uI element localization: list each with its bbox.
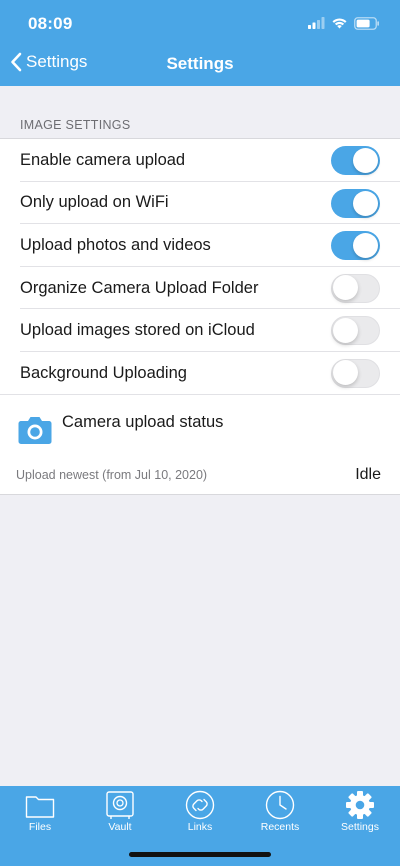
setting-row-background-uploading: Background Uploading xyxy=(0,352,400,395)
tab-files[interactable]: Files xyxy=(0,786,80,836)
toggle-knob xyxy=(353,148,378,173)
upload-status-state: Idle xyxy=(355,466,381,483)
setting-row-upload-photos-and-videos: Upload photos and videos xyxy=(0,224,400,267)
enable-camera-upload-toggle[interactable] xyxy=(331,146,380,175)
tab-label: Links xyxy=(187,821,213,833)
background-uploading-toggle[interactable] xyxy=(331,358,380,388)
setting-row-organize-camera-upload-folder: Organize Camera Upload Folder xyxy=(0,267,400,310)
page-title: Settings xyxy=(166,54,234,73)
gear-icon xyxy=(346,791,374,819)
setting-label: Background Uploading xyxy=(20,363,187,382)
link-icon xyxy=(185,790,215,820)
status-bar: 08:09 xyxy=(0,0,400,46)
toggle-knob xyxy=(353,190,378,216)
toggle-knob xyxy=(353,233,378,259)
tab-label: Files xyxy=(28,821,52,833)
camera-icon xyxy=(18,417,52,444)
organize-camera-upload-folder-toggle[interactable] xyxy=(331,273,380,303)
camera-upload-status-card[interactable]: Camera upload status Upload newest (from… xyxy=(0,394,400,495)
status-time: 08:09 xyxy=(28,14,73,33)
upload-status-subtitle: Upload newest (from Jul 10, 2020) xyxy=(16,468,208,482)
folder-icon xyxy=(25,796,55,818)
setting-row-enable-camera-upload: Enable camera upload xyxy=(0,139,400,182)
setting-label: Organize Camera Upload Folder xyxy=(20,278,259,297)
tab-settings[interactable]: Settings xyxy=(320,786,400,836)
tab-label: Settings xyxy=(341,821,379,833)
setting-row-only-upload-on-wifi: Only upload on WiFi xyxy=(0,182,400,225)
settings-list: Enable camera upload Only upload on WiFi… xyxy=(0,138,400,395)
signal-icon xyxy=(308,17,325,29)
clock-icon xyxy=(265,790,295,820)
setting-label: Upload images stored on iCloud xyxy=(20,321,255,340)
setting-label: Only upload on WiFi xyxy=(20,193,169,212)
wifi-icon xyxy=(332,18,347,29)
camera-upload-status-label: Camera upload status xyxy=(62,413,224,431)
top-header: 08:09 Settings Settings xyxy=(0,0,400,86)
tab-vault[interactable]: Vault xyxy=(80,786,160,836)
toggle-knob xyxy=(333,317,358,343)
toggle-knob xyxy=(333,360,358,386)
tab-links[interactable]: Links xyxy=(160,786,240,836)
setting-row-upload-images-icloud: Upload images stored on iCloud xyxy=(0,309,400,352)
tab-recents[interactable]: Recents xyxy=(240,786,320,836)
tab-label: Recents xyxy=(260,821,300,833)
setting-label: Enable camera upload xyxy=(20,150,186,169)
only-upload-on-wifi-toggle[interactable] xyxy=(331,188,380,218)
battery-icon xyxy=(354,16,379,30)
upload-photos-and-videos-toggle[interactable] xyxy=(331,231,380,261)
home-indicator xyxy=(129,852,271,857)
toggle-knob xyxy=(333,275,358,301)
tab-label: Vault xyxy=(108,821,132,833)
vault-icon xyxy=(106,791,134,819)
section-header: IMAGE SETTINGS xyxy=(20,118,131,132)
status-icons xyxy=(308,16,380,30)
navigation-bar: Settings Settings xyxy=(0,46,400,86)
upload-images-icloud-toggle[interactable] xyxy=(331,316,380,346)
setting-label: Upload photos and videos xyxy=(20,235,211,254)
